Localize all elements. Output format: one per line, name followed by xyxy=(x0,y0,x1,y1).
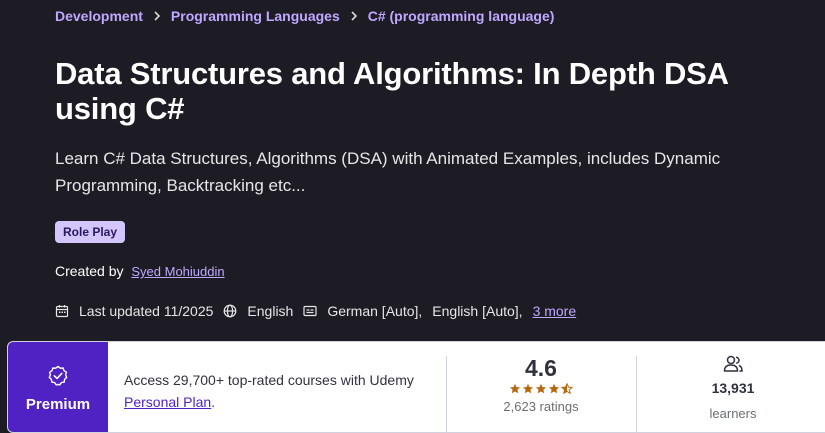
more-captions-link[interactable]: 3 more xyxy=(533,303,577,319)
closed-captions-icon xyxy=(303,304,317,318)
star-icon xyxy=(509,383,521,394)
access-text-block: Access 29,700+ top-rated courses with Ud… xyxy=(124,369,434,413)
rating-block[interactable]: 4.6 2,623 ratings xyxy=(446,355,636,414)
chevron-right-icon xyxy=(340,11,368,21)
divider xyxy=(636,356,637,432)
globe-icon xyxy=(223,304,237,318)
instructor-link[interactable]: Syed Mohiuddin xyxy=(131,264,224,279)
created-by-label: Created by xyxy=(55,263,124,279)
learners-block: 13,931 learners xyxy=(638,354,825,421)
learners-count: 13,931 xyxy=(711,380,755,396)
course-subtitle: Learn C# Data Structures, Algorithms (DS… xyxy=(55,149,721,195)
breadcrumb-item-csharp[interactable]: C# (programming language) xyxy=(368,8,555,24)
users-icon xyxy=(723,355,743,372)
breadcrumb-item-development[interactable]: Development xyxy=(55,8,143,24)
star-icon xyxy=(548,383,560,394)
plan-suffix: . xyxy=(211,394,216,410)
star-icon xyxy=(522,383,534,394)
premium-label: Premium xyxy=(25,396,91,413)
caption-language: English [Auto], xyxy=(432,303,523,319)
rating-value: 4.6 xyxy=(525,355,557,381)
learners-label: learners xyxy=(709,406,757,421)
last-updated: Last updated 11/2025 xyxy=(79,303,214,319)
breadcrumb: Development Programming Languages C# (pr… xyxy=(55,8,554,24)
calendar-icon xyxy=(55,304,69,318)
course-meta: Last updated 11/2025 English German [Aut… xyxy=(55,303,576,319)
star-icon xyxy=(535,383,547,394)
creator-line: Created by Syed Mohiuddin xyxy=(55,263,225,279)
rating-stars xyxy=(446,383,636,395)
star-half-icon xyxy=(561,383,573,395)
premium-panel: Premium xyxy=(8,342,108,432)
premium-card: Premium Access 29,700+ top-rated courses… xyxy=(7,341,825,433)
role-play-badge: Role Play xyxy=(55,221,126,243)
ratings-count: 2,623 ratings xyxy=(503,399,579,414)
caption-language: German [Auto], xyxy=(327,303,423,319)
course-title: Data Structures and Algorithms: In Depth… xyxy=(55,56,728,126)
course-language: English xyxy=(247,303,294,319)
chevron-right-icon xyxy=(143,11,171,21)
breadcrumb-item-programming-languages[interactable]: Programming Languages xyxy=(171,8,340,24)
access-text: Access 29,700+ top-rated courses with Ud… xyxy=(124,372,414,388)
badge-check-icon xyxy=(48,365,68,386)
personal-plan-link[interactable]: Personal Plan xyxy=(124,394,211,410)
